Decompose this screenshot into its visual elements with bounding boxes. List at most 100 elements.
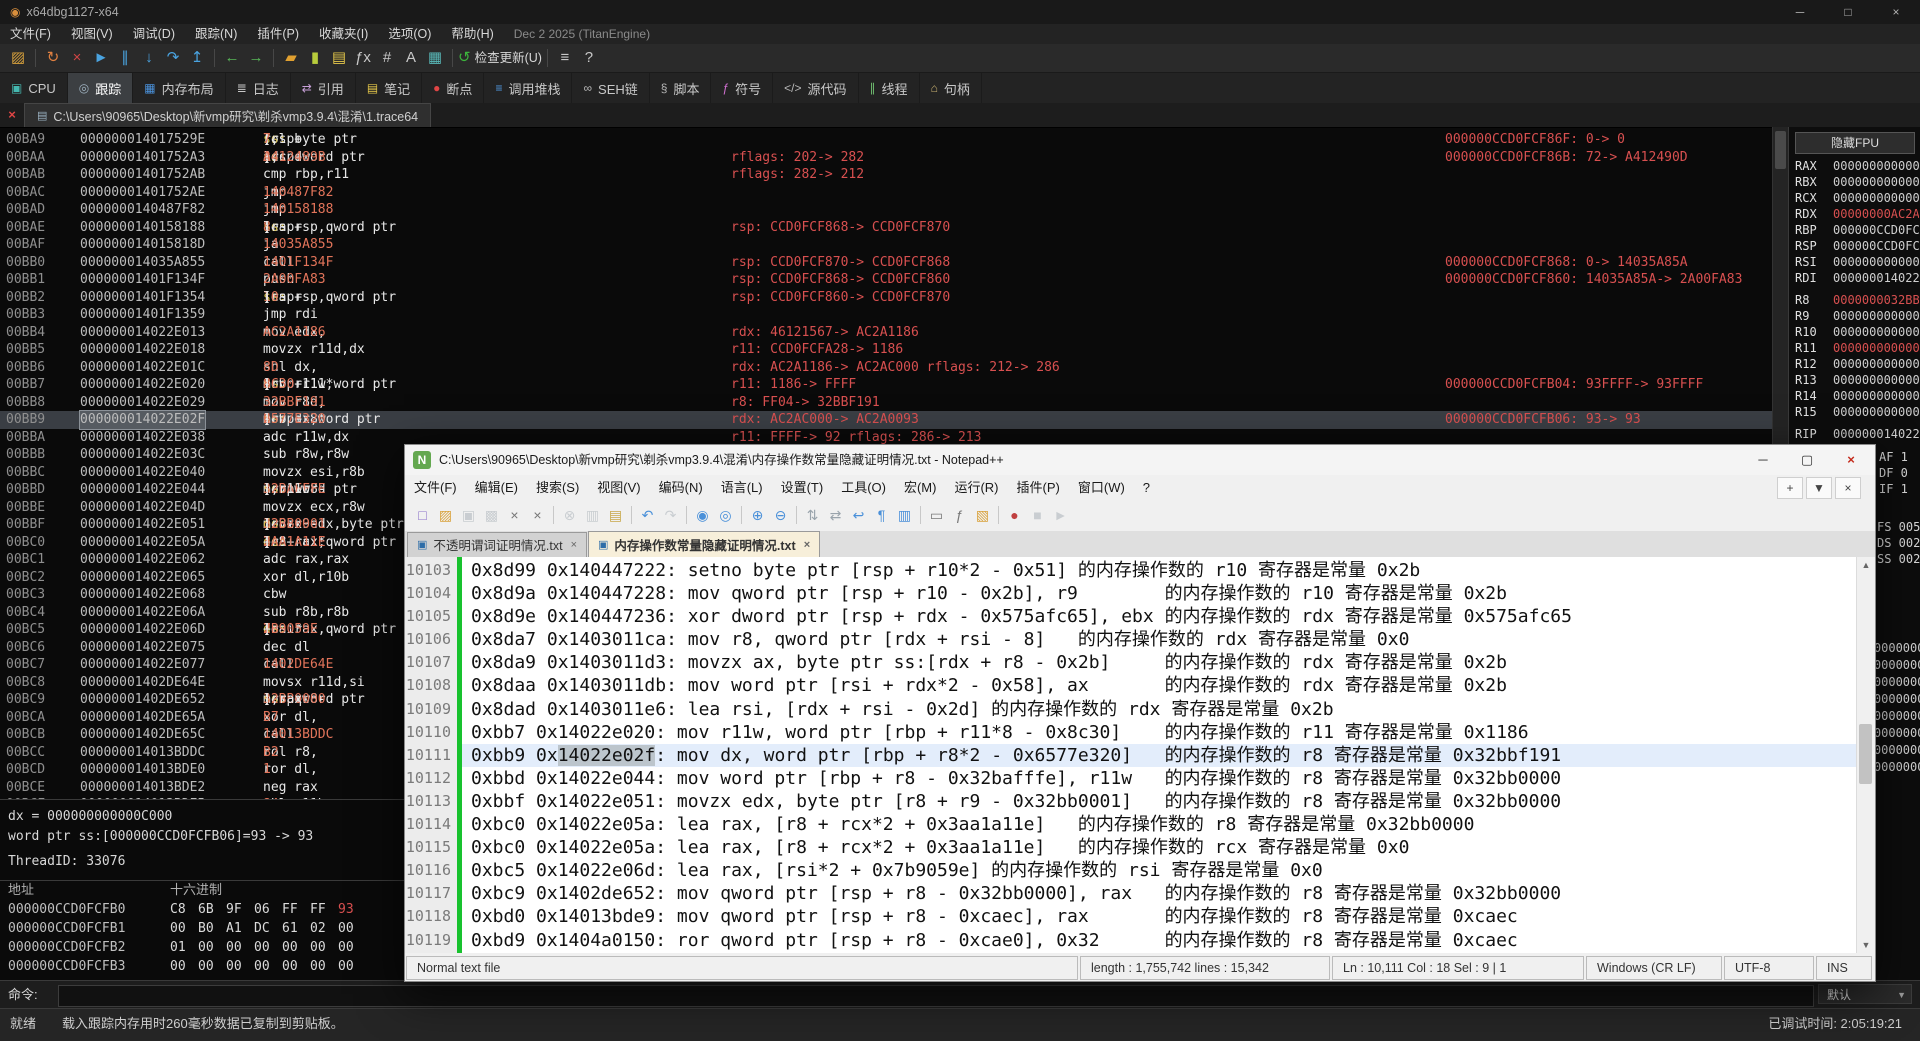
- zoom-in-icon[interactable]: ⊕: [746, 502, 769, 528]
- fx-icon[interactable]: ƒx: [351, 44, 375, 72]
- editor-line[interactable]: 10116 0xbc5 0x14022e06d: lea rax, [rsi*2 …: [405, 859, 1857, 882]
- editor-line[interactable]: 10106 0x8da7 0x1403011ca: mov r8, qword p…: [405, 628, 1857, 651]
- undo-icon[interactable]: ↶: [636, 502, 659, 528]
- editor-line[interactable]: 10112 0xbbd 0x14022e044: mov word ptr [rb…: [405, 767, 1857, 790]
- tab-CPU[interactable]: ▣ CPU: [0, 73, 68, 103]
- open-file-icon[interactable]: ▨: [6, 44, 30, 72]
- npp-menu-item[interactable]: 视图(V): [588, 475, 649, 501]
- zoom-out-icon[interactable]: ⊖: [769, 502, 792, 528]
- notes-icon[interactable]: ▤: [327, 44, 351, 72]
- command-profile-dropdown[interactable]: 默认 ▼: [1818, 984, 1912, 1004]
- register-row-RCX[interactable]: RCX 0000000000000000: [1789, 190, 1920, 206]
- close-all-icon[interactable]: ×: [526, 502, 549, 528]
- trace-row[interactable]: 00BAB 00000001401752AB cmp rbp,r11 rflags: …: [0, 166, 1772, 184]
- word-wrap-icon[interactable]: ↩: [847, 502, 870, 528]
- tab-调用堆栈[interactable]: ≡ 调用堆栈: [484, 73, 573, 103]
- register-row-RSI[interactable]: RSI 0000000000000000: [1789, 254, 1920, 270]
- help-icon[interactable]: ?: [577, 44, 601, 72]
- highlight-icon[interactable]: ▮: [303, 44, 327, 72]
- close-debug-icon[interactable]: ×: [65, 44, 89, 72]
- tab-断点[interactable]: ● 断点: [422, 73, 485, 103]
- hide-fpu-button[interactable]: 隐藏FPU: [1795, 132, 1915, 154]
- register-row-R11[interactable]: R11 0000000000000092: [1789, 340, 1920, 356]
- tab-close-icon[interactable]: ×: [804, 539, 810, 551]
- tab-引用[interactable]: ⇄ 引用: [291, 73, 356, 103]
- menu-dropdown-button[interactable]: ▼: [1806, 477, 1832, 499]
- tab-close-icon[interactable]: ×: [571, 539, 577, 551]
- paste-icon[interactable]: ▤: [604, 502, 627, 528]
- trace-close-button[interactable]: ×: [0, 103, 24, 127]
- trace-row[interactable]: 00BB7 000000014022E020 mov r11w,word ptr s…: [0, 376, 1772, 394]
- sync-vertical-icon[interactable]: ⇅: [801, 502, 824, 528]
- menu-close-button[interactable]: ×: [1835, 477, 1861, 499]
- trace-row[interactable]: 00BAD 0000000140487F82 jmp 140158188: [0, 201, 1772, 219]
- trace-row[interactable]: 00BAE 0000000140158188 lea rsp,qword ptr s…: [0, 219, 1772, 237]
- register-row-RSP[interactable]: RSP 000000CCD0FCF870: [1789, 238, 1920, 254]
- document-tab[interactable]: ▣ 内存操作数常量隐藏证明情况.txt ×: [588, 531, 821, 557]
- menu-item[interactable]: 插件(P): [247, 24, 309, 44]
- editor-line[interactable]: 10115 0xbc0 0x14022e05a: lea rax, [r8 + r…: [405, 836, 1857, 859]
- trace-row[interactable]: 00BB3 00000001401F1359 jmp rdi: [0, 306, 1772, 324]
- save-icon[interactable]: ▣: [457, 502, 480, 528]
- tab-日志[interactable]: ≣ 日志: [226, 73, 291, 103]
- trace-row[interactable]: 00BAF 000000014015818D ja 14035A855: [0, 236, 1772, 254]
- menu-item[interactable]: 文件(F): [0, 24, 61, 44]
- menu-plus-button[interactable]: +: [1777, 477, 1803, 499]
- tab-笔记[interactable]: ▤ 笔记: [356, 73, 423, 103]
- editor-line[interactable]: 10111 0xbb9 0x14022e02f: mov dx, word ptr…: [405, 743, 1857, 767]
- minimize-button[interactable]: ─: [1741, 445, 1785, 475]
- register-row-RBP[interactable]: RBP 000000CCD0FCFB04: [1789, 222, 1920, 238]
- indent-guide-icon[interactable]: ▥: [893, 502, 916, 528]
- run-icon[interactable]: ►: [89, 44, 113, 72]
- npp-menu-item[interactable]: 搜索(S): [527, 475, 588, 501]
- editor-line[interactable]: 10104 0x8d9a 0x140447228: mov qword ptr […: [405, 582, 1857, 605]
- register-row-R14[interactable]: R14 0000000000000000: [1789, 388, 1920, 404]
- register-row-RIP[interactable]: RIP 000000014022E02F: [1789, 426, 1920, 442]
- patch-icon[interactable]: ▰: [279, 44, 303, 72]
- npp-menu-item[interactable]: 宏(M): [895, 475, 946, 501]
- back-icon[interactable]: ←: [220, 44, 244, 72]
- minimize-button[interactable]: ─: [1776, 0, 1824, 24]
- flag-IF[interactable]: IF 1: [1879, 482, 1920, 498]
- register-row-RAX[interactable]: RAX 0000000000000000: [1789, 158, 1920, 174]
- pause-icon[interactable]: ∥: [113, 44, 137, 72]
- open-file-icon[interactable]: ▨: [434, 502, 457, 528]
- editor-line[interactable]: 10105 0x8d9e 0x140447236: xor dword ptr […: [405, 605, 1857, 628]
- trace-row[interactable]: 00BB9 000000014022E02F mov dx,word ptr ss:…: [0, 410, 1772, 430]
- hash-icon[interactable]: #: [375, 44, 399, 72]
- menu-item[interactable]: 跟踪(N): [185, 24, 247, 44]
- editor-line[interactable]: 10108 0x8daa 0x1403011db: mov word ptr [r…: [405, 674, 1857, 697]
- trace-row[interactable]: 00BAA 00000001401752A3 adc dword ptr ss: [r…: [0, 149, 1772, 167]
- trace-scrollbar-thumb[interactable]: [1775, 131, 1786, 169]
- trace-row[interactable]: 00BB4 000000014022E013 mov edx, AC2A1186 rdx…: [0, 324, 1772, 342]
- npp-menu-item[interactable]: 编辑(E): [466, 475, 527, 501]
- trace-row[interactable]: 00BB5 000000014022E018 movzx r11d,dx r11: C…: [0, 341, 1772, 359]
- function-list-icon[interactable]: ƒ: [948, 502, 971, 528]
- tab-内存布局[interactable]: ▦ 内存布局: [133, 73, 226, 103]
- register-row-R9[interactable]: R9 0000000000000000: [1789, 308, 1920, 324]
- step-into-icon[interactable]: ↓: [137, 44, 161, 72]
- trace-row[interactable]: 00BAC 00000001401752AE jmp 140487F82: [0, 184, 1772, 202]
- search-icon[interactable]: ◉: [691, 502, 714, 528]
- segment-FS[interactable]: FS 0053: [1877, 520, 1920, 536]
- play-macro-icon[interactable]: ►: [1049, 502, 1072, 528]
- segment-SS[interactable]: SS 002B: [1877, 552, 1920, 568]
- trace-row[interactable]: 00BB0 000000014035A855 call 1401F134F rsp: …: [0, 254, 1772, 272]
- document-tab[interactable]: ▣ 不透明谓词证明情况.txt ×: [407, 531, 588, 557]
- menu-item[interactable]: 帮助(H): [441, 24, 503, 44]
- menu-item[interactable]: 调试(D): [123, 24, 185, 44]
- maximize-button[interactable]: □: [1824, 0, 1872, 24]
- register-row-R10[interactable]: R10 0000000000000000: [1789, 324, 1920, 340]
- trace-row[interactable]: 00BB8 000000014022E029 mov r8d, 32BBF191 r8:…: [0, 394, 1772, 412]
- sync-horizontal-icon[interactable]: ⇄: [824, 502, 847, 528]
- record-macro-icon[interactable]: ●: [1003, 502, 1026, 528]
- tab-脚本[interactable]: § 脚本: [650, 73, 712, 103]
- restart-icon[interactable]: ↻: [41, 44, 65, 72]
- menu-item[interactable]: 视图(V): [61, 24, 123, 44]
- close-doc-icon[interactable]: ×: [503, 502, 526, 528]
- trace-file-tab[interactable]: ▤ C:\Users\90965\Desktop\新vmp研究\剃杀vmp3.9.…: [24, 103, 432, 127]
- register-row-RBX[interactable]: RBX 0000000000000000: [1789, 174, 1920, 190]
- menu-item[interactable]: 选项(O): [378, 24, 441, 44]
- replace-icon[interactable]: ◎: [714, 502, 737, 528]
- step-out-icon[interactable]: ↥: [185, 44, 209, 72]
